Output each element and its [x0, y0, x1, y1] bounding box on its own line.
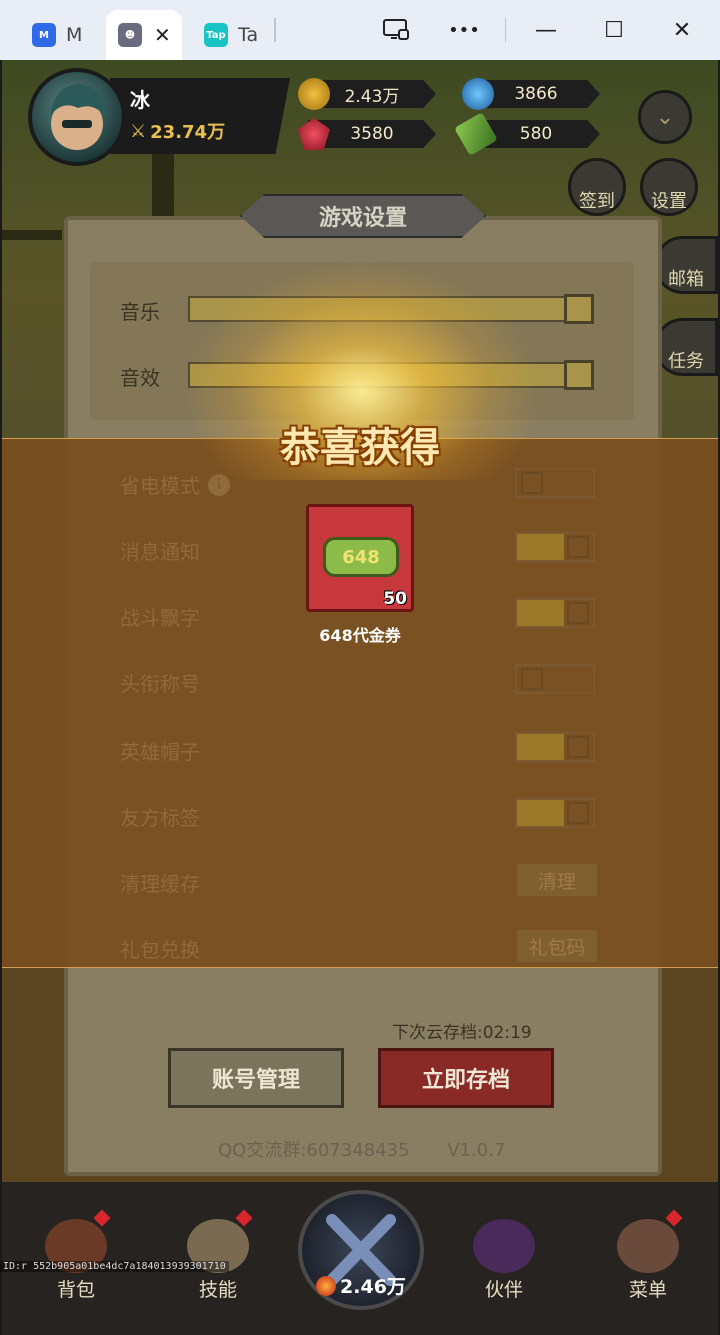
hero-portrait-icon — [50, 84, 106, 150]
account-management-button[interactable]: 账号管理 — [168, 1048, 344, 1108]
menu-icon — [617, 1219, 679, 1273]
toggle-knob — [567, 802, 589, 824]
toggle-knob — [567, 602, 589, 624]
qq-group-text: QQ交流群:607348435 — [218, 1140, 410, 1161]
toggle-knob — [567, 536, 589, 558]
power-orb-icon — [316, 1275, 337, 1296]
expand-menu-button[interactable]: ⌄ — [638, 90, 692, 144]
controls-divider — [505, 18, 506, 42]
coupon-icon: 648 — [323, 537, 399, 577]
battle-power-value: 2.46万 — [340, 1276, 406, 1298]
clear-cache-label: 清理缓存 — [120, 872, 200, 896]
mailbox-button[interactable]: 邮箱 — [654, 236, 718, 294]
settings-side-button[interactable]: 设置 — [640, 158, 698, 216]
sfx-label: 音效 — [120, 366, 160, 390]
hero-hat-label: 英雄帽子 — [120, 740, 200, 764]
wings-icon — [473, 1219, 535, 1273]
close-window-button[interactable]: ✕ — [664, 14, 700, 46]
nav-skills[interactable]: 技能 — [168, 1209, 268, 1302]
checkin-label: 签到 — [579, 191, 615, 212]
minimize-button[interactable]: — — [528, 14, 564, 46]
settings-title: 游戏设置 — [318, 206, 407, 231]
music-label: 音乐 — [120, 300, 160, 324]
notification-badge — [93, 1209, 111, 1227]
toggle-fill — [517, 734, 565, 760]
m-app-icon: M — [32, 23, 56, 47]
more-icon[interactable]: ••• — [446, 14, 482, 46]
cloud-save-timer: 下次云存档:02:19 — [392, 1023, 532, 1043]
version-text: V1.0.7 — [447, 1140, 506, 1161]
toggle-knob — [521, 668, 543, 690]
screen-share-icon[interactable] — [378, 14, 414, 46]
notification-badge — [235, 1209, 253, 1227]
notification-label: 消息通知 — [120, 540, 200, 564]
nav-partners-label: 伙伴 — [484, 1279, 523, 1301]
nav-menu-label: 菜单 — [628, 1279, 667, 1301]
player-info-bar: 冰 ⚔ 23.74万 — [110, 78, 290, 154]
gift-code-label: 礼包兑换 — [120, 938, 200, 962]
tab-m-label: M — [66, 24, 83, 46]
checkin-button[interactable]: 签到 — [568, 158, 626, 216]
gold-coin-icon — [298, 78, 330, 110]
maximize-button[interactable]: ☐ — [596, 14, 632, 46]
player-avatar[interactable] — [28, 68, 126, 166]
tasks-label: 任务 — [668, 351, 704, 372]
coupon-face-value: 648 — [342, 546, 380, 568]
nav-backpack[interactable]: 背包 — [26, 1209, 126, 1302]
notification-badge — [665, 1209, 683, 1227]
player-power: ⚔ 23.74万 — [130, 118, 225, 144]
settings-title-plate: 游戏设置 — [228, 190, 498, 242]
nav-backpack-label: 背包 — [56, 1279, 95, 1301]
hero-hat-toggle[interactable] — [515, 732, 595, 762]
toggle-fill — [517, 534, 565, 560]
clear-cache-button[interactable]: 清理 — [517, 864, 597, 896]
device-id: ID:r 552b905a01be4dc7a184013939301710 — [0, 1261, 229, 1272]
toggle-fill — [517, 800, 565, 826]
tab-taptap[interactable]: Tap Ta — [190, 10, 274, 60]
music-slider-handle[interactable] — [564, 294, 594, 324]
reward-item-count: 50 — [383, 589, 407, 609]
ally-tag-label: 友方标签 — [120, 806, 200, 830]
tab-close-icon[interactable]: ✕ — [154, 23, 171, 47]
tab-divider — [274, 18, 276, 42]
blue-gem-icon — [462, 78, 494, 110]
nav-skills-label: 技能 — [198, 1279, 237, 1301]
title-display-label: 头衔称号 — [120, 672, 200, 696]
crossed-swords-icon: ⚔ — [130, 120, 147, 142]
sfx-slider-handle[interactable] — [564, 360, 594, 390]
tab-game[interactable]: ☻ ✕ — [106, 10, 182, 60]
player-power-value: 23.74万 — [150, 122, 226, 143]
reward-item-name: 648代金券 — [319, 626, 401, 645]
nav-partners[interactable]: 伙伴 — [454, 1212, 554, 1302]
chevron-down-icon: ⌄ — [655, 104, 675, 130]
tasks-button[interactable]: 任务 — [654, 318, 718, 376]
taptap-icon: Tap — [204, 23, 228, 47]
browser-tabbar: M M ☻ ✕ Tap Ta ••• — ☐ ✕ — [0, 0, 720, 60]
game-icon: ☻ — [118, 23, 142, 47]
title-display-toggle[interactable] — [515, 664, 595, 694]
gift-code-button[interactable]: 礼包码 — [517, 930, 597, 962]
save-now-button[interactable]: 立即存档 — [378, 1048, 554, 1108]
game-viewport: 冰 ⚔ 23.74万 2.43万 3866 3580 580 ⌄ 签到 设置 邮… — [2, 60, 718, 1335]
toggle-knob — [567, 736, 589, 758]
notification-toggle[interactable] — [515, 532, 595, 562]
nav-menu[interactable]: 菜单 — [598, 1209, 698, 1302]
fence-rail — [2, 230, 62, 240]
bottom-navigation: 背包 技能 2.46万 伙伴 菜单 — [2, 1182, 718, 1335]
mailbox-label: 邮箱 — [668, 269, 704, 290]
tab-taptap-label: Ta — [238, 24, 259, 46]
qq-group-info: QQ交流群:607348435 V1.0.7 — [218, 1136, 505, 1162]
reward-title: 恭喜获得 — [280, 425, 440, 471]
battle-power: 2.46万 — [306, 1272, 416, 1299]
settings-side-label: 设置 — [651, 191, 687, 212]
tab-m[interactable]: M M — [22, 10, 106, 60]
screen: M M ☻ ✕ Tap Ta ••• — ☐ ✕ 冰 ⚔ 23.74万 2.43… — [0, 0, 720, 1335]
ally-tag-toggle[interactable] — [515, 798, 595, 828]
reward-item-card[interactable]: 648 50 — [306, 504, 414, 612]
player-name: 冰 — [130, 88, 150, 112]
